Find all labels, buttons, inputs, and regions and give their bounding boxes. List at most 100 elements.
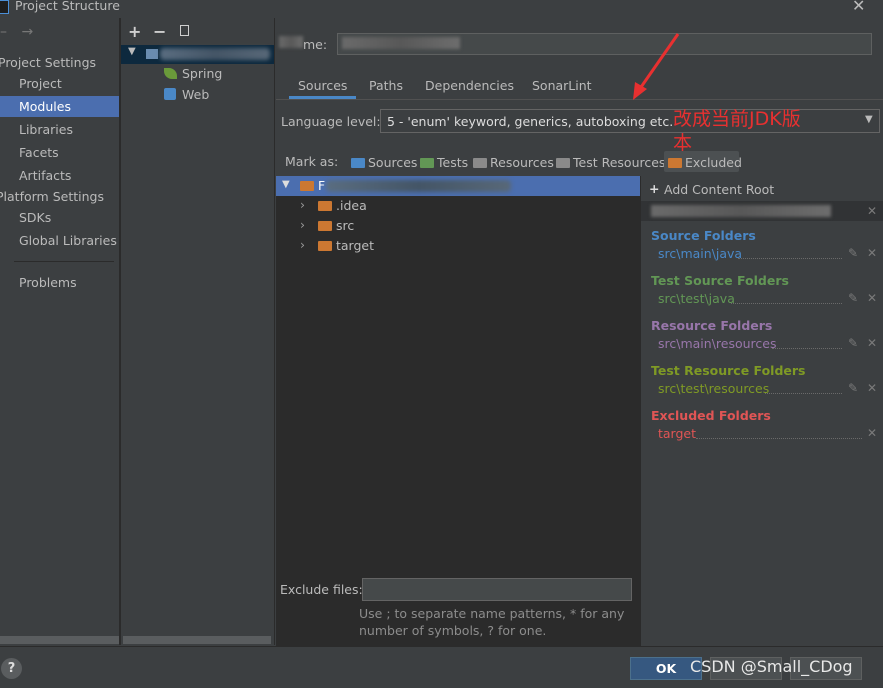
redacted-module-name-value [342, 37, 460, 49]
remove-content-root-icon[interactable]: ✕ [867, 204, 877, 218]
sidebar-item-sdks[interactable]: SDKs [0, 207, 119, 228]
module-facet-spring[interactable]: Spring [182, 66, 222, 81]
mark-tests-button[interactable]: Tests [420, 155, 468, 170]
mark-tests-label: Tests [437, 155, 469, 170]
sidebar-scrollbar[interactable] [0, 636, 119, 644]
source-folder-path: src\main\java [658, 246, 743, 261]
splitter[interactable] [274, 18, 275, 645]
chevron-down-icon[interactable]: ▼ [865, 114, 873, 125]
add-module-icon[interactable]: + [128, 22, 141, 41]
mark-test-resources-button[interactable]: Test Resources [556, 155, 665, 170]
sources-folder-icon [351, 158, 365, 168]
tree-item-target[interactable]: target [336, 238, 374, 253]
annotation-text: 改成当前JDK版 本 [673, 107, 823, 155]
tab-divider [276, 99, 883, 100]
title-bar [0, 0, 883, 16]
sidebar-divider [14, 261, 114, 262]
add-icon[interactable]: + [649, 181, 659, 196]
sidebar-item-libraries[interactable]: Libraries [0, 119, 119, 140]
redacted-label [279, 36, 303, 48]
tab-paths[interactable]: Paths [369, 78, 403, 93]
sidebar-item-label: Global Libraries [19, 233, 117, 248]
app-logo-icon [0, 0, 9, 14]
folder-icon [318, 221, 332, 231]
resource-folder-path: src\main\resources [658, 336, 777, 351]
mark-as-label: Mark as: [285, 154, 339, 169]
test-resource-folder-path: src\test\resources [658, 381, 770, 396]
tab-sonarlint[interactable]: SonarLint [532, 78, 592, 93]
sidebar-item-label: Facets [19, 145, 59, 160]
tree-item-src[interactable]: src [336, 218, 354, 233]
copy-module-icon[interactable] [180, 25, 189, 36]
annotation-line1: 改成当前JDK版 [673, 108, 801, 130]
mark-resources-label: Resources [490, 155, 554, 170]
sidebar-item-artifacts[interactable]: Artifacts [0, 165, 119, 186]
module-tree-scrollbar[interactable] [123, 636, 271, 644]
test-source-folders-header: Test Source Folders [651, 273, 789, 288]
remove-folder-icon[interactable]: ✕ [867, 246, 877, 260]
dotted-leader [731, 303, 842, 304]
sidebar-item-label: Artifacts [19, 168, 72, 183]
chevron-right-icon[interactable]: › [300, 237, 305, 252]
project-settings-header: Project Settings [0, 55, 97, 70]
watermark: CSDN @Small_CDog [690, 657, 853, 676]
add-content-root-button[interactable]: Add Content Root [664, 182, 774, 197]
tab-dependencies[interactable]: Dependencies [425, 78, 514, 93]
remove-folder-icon[interactable]: ✕ [867, 426, 877, 440]
sidebar-item-modules[interactable]: Modules [0, 96, 119, 117]
exclude-hint-line1: Use ; to separate name patterns, * for a… [359, 606, 625, 621]
mark-resources-button[interactable]: Resources [473, 155, 554, 170]
remove-folder-icon[interactable]: ✕ [867, 336, 877, 350]
redacted-content-root-path [651, 205, 831, 217]
test-resources-folder-icon [556, 158, 570, 168]
dotted-leader [765, 393, 842, 394]
source-folders-header: Source Folders [651, 228, 756, 243]
remove-folder-icon[interactable]: ✕ [867, 381, 877, 395]
expand-chevron-icon[interactable]: ▼ [282, 179, 290, 190]
web-icon [164, 88, 176, 100]
mark-test-resources-label: Test Resources [573, 155, 666, 170]
resources-folder-icon [473, 158, 487, 168]
module-facet-web[interactable]: Web [182, 87, 209, 102]
module-icon [146, 49, 158, 59]
mark-sources-button[interactable]: Sources [351, 155, 417, 170]
forward-arrow-icon[interactable]: → [21, 24, 33, 40]
language-level-value: 5 - 'enum' keyword, generics, autoboxing… [387, 114, 674, 129]
sidebar-item-facets[interactable]: Facets [0, 142, 119, 163]
mark-excluded-button[interactable]: Excluded [668, 155, 742, 170]
close-window-icon[interactable]: ✕ [852, 0, 865, 15]
tab-sources[interactable]: Sources [298, 78, 347, 93]
exclude-files-input[interactable] [362, 578, 632, 601]
sidebar-item-problems[interactable]: Problems [0, 272, 119, 293]
excluded-folders-header: Excluded Folders [651, 408, 771, 423]
module-tree-panel [121, 18, 274, 645]
nav-arrows: – → [0, 24, 33, 40]
annotation-line2: 本 [673, 132, 693, 154]
platform-settings-header: Platform Settings [0, 189, 104, 204]
edit-pencil-icon[interactable]: ✎ [848, 246, 858, 260]
back-arrow-icon[interactable]: – [0, 24, 7, 40]
help-icon[interactable]: ? [1, 658, 22, 679]
mark-excluded-label: Excluded [685, 155, 742, 170]
sidebar-item-global-libraries[interactable]: Global Libraries [0, 230, 119, 251]
chevron-right-icon[interactable]: › [300, 197, 305, 212]
redacted-root-path [326, 180, 511, 192]
dotted-leader [738, 258, 842, 259]
redacted-module-name [160, 48, 270, 60]
sidebar-item-label: SDKs [19, 210, 52, 225]
remove-folder-icon[interactable]: ✕ [867, 291, 877, 305]
mark-sources-label: Sources [368, 155, 418, 170]
tree-root-label: F [318, 178, 326, 193]
edit-pencil-icon[interactable]: ✎ [848, 291, 858, 305]
remove-module-icon[interactable]: − [153, 22, 166, 41]
dotted-leader [696, 438, 862, 439]
name-label: me: [303, 37, 328, 52]
edit-pencil-icon[interactable]: ✎ [848, 381, 858, 395]
chevron-right-icon[interactable]: › [300, 217, 305, 232]
exclude-hint-line2: number of symbols, ? for one. [359, 623, 547, 638]
edit-pencil-icon[interactable]: ✎ [848, 336, 858, 350]
sidebar-item-project[interactable]: Project [0, 73, 119, 94]
resource-folders-header: Resource Folders [651, 318, 773, 333]
expand-chevron-icon[interactable]: ▼ [128, 46, 136, 57]
tree-item-idea[interactable]: .idea [336, 198, 367, 213]
